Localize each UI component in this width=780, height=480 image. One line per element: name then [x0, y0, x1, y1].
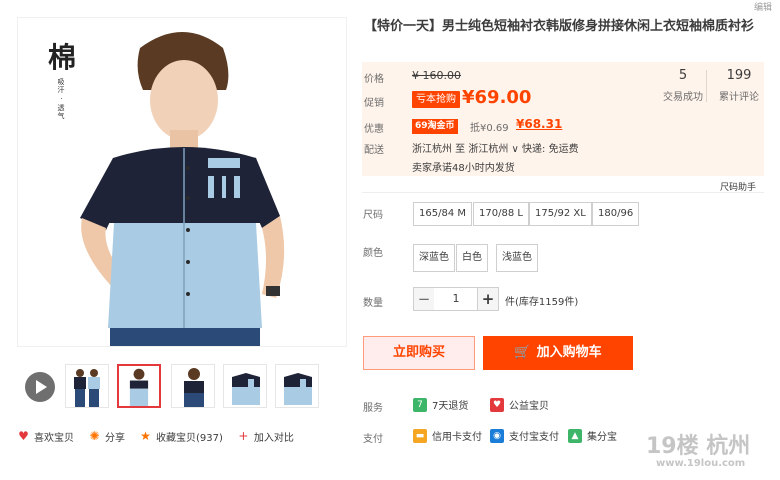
payment-label: 支付: [363, 434, 383, 445]
promo-price: ¥69.00: [462, 87, 532, 108]
thumbnail-3[interactable]: [171, 364, 215, 408]
payment-alipay[interactable]: ◉ 支付宝支付: [490, 428, 559, 443]
color-option[interactable]: 白色: [456, 244, 488, 272]
favorite-action[interactable]: ★ 收藏宝贝(937): [139, 428, 223, 444]
coin-deduct: 抵¥0.69: [470, 123, 509, 134]
discount-label: 优惠: [364, 124, 384, 135]
play-video-icon[interactable]: [25, 372, 55, 402]
final-price[interactable]: ¥68.31: [516, 117, 562, 131]
share-label: 分享: [105, 432, 125, 444]
payment-text: 信用卡支付: [432, 432, 482, 443]
like-label: 喜欢宝贝: [34, 432, 74, 444]
payment-text: 支付宝支付: [509, 432, 559, 443]
payment-credit-card[interactable]: ▬ 信用卡支付: [413, 428, 482, 443]
review-label: 累计评论: [719, 92, 759, 103]
watermark-logo: 19楼 杭州: [646, 434, 751, 459]
price-label: 价格: [364, 74, 384, 85]
plus-icon: +: [238, 429, 249, 443]
payment-text: 集分宝: [587, 432, 617, 443]
share-icon: ✺: [89, 429, 100, 443]
size-option[interactable]: 180/96: [592, 202, 640, 226]
color-label: 颜色: [363, 248, 383, 259]
edit-label[interactable]: 编辑: [754, 0, 772, 13]
share-action[interactable]: ✺ 分享: [88, 428, 125, 444]
add-cart-label: 加入购物车: [536, 345, 602, 360]
service-7day-return[interactable]: 7 7天退货: [413, 397, 468, 412]
promo-tag: 亏本抢购: [412, 91, 460, 108]
divider: [362, 192, 764, 193]
product-title: 【特价一天】男士纯色短袖衬衣韩版修身拼接休闲上衣短袖棉质衬衫: [364, 19, 755, 34]
color-option[interactable]: 深蓝色: [413, 244, 455, 272]
buy-now-button[interactable]: 立即购买: [363, 336, 475, 370]
thumbnail-1[interactable]: [65, 364, 109, 408]
favorite-label: 收藏宝贝(937): [156, 432, 223, 444]
like-action[interactable]: ♥ 喜欢宝贝: [17, 428, 74, 444]
thumbnail-strip: [17, 362, 347, 412]
review-stat[interactable]: 199 累计评论: [704, 68, 774, 103]
payment-jifenbao[interactable]: ▲ 集分宝: [568, 428, 617, 443]
alipay-icon: ◉: [490, 428, 504, 443]
calligraphy-sub: 吸汗 · 透气: [57, 78, 65, 120]
add-to-cart-button[interactable]: 🛒 加入购物车: [483, 336, 633, 370]
size-label: 尺码: [363, 210, 383, 221]
heart-icon: ♥: [18, 429, 29, 443]
cart-icon: 🛒: [514, 345, 531, 360]
size-option[interactable]: 175/92 XL: [529, 202, 592, 226]
stock-info: 件(库存1159件): [505, 297, 579, 308]
quantity-plus-button[interactable]: +: [477, 287, 499, 311]
quantity-input[interactable]: 1: [434, 287, 478, 311]
credit-card-icon: ▬: [413, 428, 427, 443]
thumbnail-2[interactable]: [117, 364, 161, 408]
quantity-label: 数量: [363, 298, 383, 309]
watermark-url: www.19lou.com: [656, 458, 746, 469]
main-product-image: 棉 吸汗 · 透气: [17, 17, 347, 347]
size-option[interactable]: 165/84 M: [413, 202, 472, 226]
seven-days-icon: 7: [413, 397, 427, 412]
service-text: 7天退货: [432, 401, 469, 412]
size-option[interactable]: 170/88 L: [473, 202, 529, 226]
compare-label: 加入对比: [253, 432, 294, 444]
service-label: 服务: [363, 403, 383, 414]
quantity-minus-button[interactable]: −: [413, 287, 435, 311]
service-charity[interactable]: ♥ 公益宝贝: [490, 397, 549, 412]
original-price: ¥ 160.00: [412, 69, 461, 82]
price-panel: 价格 ¥ 160.00 促销 亏本抢购 ¥69.00 优惠 69淘金币 抵¥0.…: [362, 62, 764, 176]
calligraphy-char: 棉: [48, 41, 77, 74]
promo-label: 促销: [364, 98, 384, 109]
review-count: 199: [726, 68, 752, 83]
star-icon: ★: [140, 429, 151, 443]
product-actions: ♥ 喜欢宝贝 ✺ 分享 ★ 收藏宝贝(937) + 加入对比: [17, 428, 308, 444]
jifen-icon: ▲: [568, 428, 582, 443]
charity-icon: ♥: [490, 397, 504, 412]
coin-tag: 69淘金币: [412, 119, 458, 134]
delivery-route[interactable]: 浙江杭州 至 浙江杭州 ∨ 快递: 免运费: [412, 140, 579, 155]
compare-action[interactable]: + 加入对比: [237, 428, 294, 444]
color-option[interactable]: 浅蓝色: [496, 244, 538, 272]
shipping-promise: 卖家承诺48小时内发货: [412, 163, 515, 174]
thumbnail-4[interactable]: [223, 364, 267, 408]
service-text: 公益宝贝: [509, 401, 549, 412]
thumbnail-5[interactable]: [275, 364, 319, 408]
delivery-label: 配送: [364, 145, 384, 156]
